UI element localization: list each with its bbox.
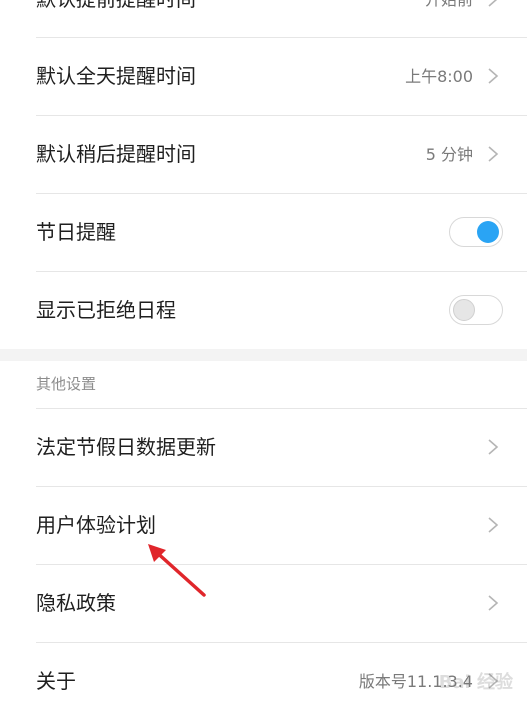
setting-label: 法定节假日数据更新 <box>36 435 216 459</box>
setting-row-default-allday-reminder[interactable]: 默认全天提醒时间 上午8:00 <box>0 38 527 115</box>
setting-row-user-experience-plan[interactable]: 用户体验计划 <box>0 487 527 564</box>
setting-row-default-advance-reminder[interactable]: 默认提前提醒时间 开始前 <box>0 0 527 38</box>
setting-label: 用户体验计划 <box>36 513 156 537</box>
setting-row-privacy-policy[interactable]: 隐私政策 <box>0 565 527 642</box>
setting-value: 开始前 <box>425 0 473 38</box>
chevron-right-icon <box>488 68 499 84</box>
holiday-reminder-toggle[interactable] <box>449 217 503 247</box>
setting-label: 默认全天提醒时间 <box>36 64 196 88</box>
setting-label: 节日提醒 <box>36 220 116 244</box>
section-separator <box>0 349 527 361</box>
annotation-arrow-icon <box>148 544 206 597</box>
setting-row-holiday-reminder[interactable]: 节日提醒 <box>0 194 527 271</box>
setting-row-holiday-data-update[interactable]: 法定节假日数据更新 <box>0 409 527 486</box>
show-declined-toggle[interactable] <box>449 295 503 325</box>
chevron-right-icon <box>488 0 498 7</box>
setting-value: 上午8:00 <box>405 67 473 86</box>
setting-label: 隐私政策 <box>36 591 116 615</box>
setting-label: 默认稍后提醒时间 <box>36 142 196 166</box>
watermark: Bai 经验 <box>438 672 513 693</box>
toggle-knob <box>477 221 499 243</box>
setting-value: 5 分钟 <box>425 145 473 164</box>
chevron-right-icon <box>488 439 499 455</box>
chevron-right-icon <box>488 146 499 162</box>
setting-row-default-snooze-reminder[interactable]: 默认稍后提醒时间 5 分钟 <box>0 116 527 193</box>
setting-label: 关于 <box>36 669 76 693</box>
toggle-knob <box>453 299 475 321</box>
setting-label: 显示已拒绝日程 <box>36 298 176 322</box>
section-header-other-settings: 其他设置 <box>36 375 97 393</box>
setting-label: 默认提前提醒时间 <box>36 0 196 38</box>
setting-row-show-declined-events[interactable]: 显示已拒绝日程 <box>0 272 527 349</box>
chevron-right-icon <box>488 595 499 611</box>
chevron-right-icon <box>488 517 499 533</box>
